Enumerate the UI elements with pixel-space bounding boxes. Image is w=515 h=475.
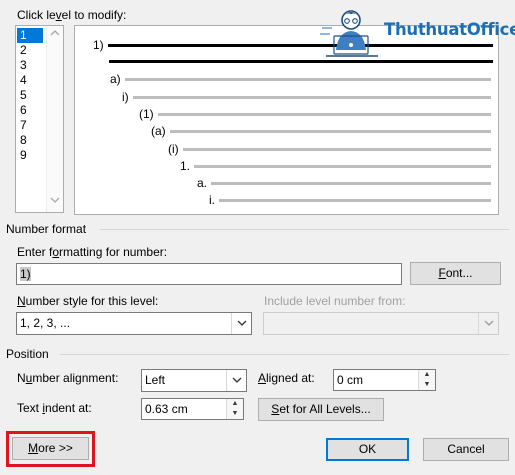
format-value: 1) xyxy=(20,267,31,281)
aligned-at-spinner[interactable]: ▲ ▼ xyxy=(418,370,435,390)
level-item[interactable]: 2 xyxy=(17,43,47,58)
section-divider xyxy=(100,229,509,230)
preview-level-8: a. xyxy=(197,176,491,190)
thuthuatoffice-logo: ThuthuatOffice xyxy=(320,6,515,62)
number-style-select[interactable]: 1, 2, 3, ... xyxy=(16,312,252,335)
preview-level-7: 1. xyxy=(180,159,491,173)
level-item[interactable]: 1 xyxy=(17,28,43,43)
preview-number: (i) xyxy=(168,142,179,156)
level-list-scrollbar[interactable] xyxy=(46,26,63,212)
preview-number: 1. xyxy=(180,159,191,173)
text-indent-spinner[interactable]: ▲ ▼ xyxy=(226,399,243,419)
level-item[interactable]: 8 xyxy=(17,133,47,148)
preview-level-2: a) xyxy=(110,72,491,86)
click-level-label: Click level to modify: xyxy=(17,8,127,22)
preview-line xyxy=(182,147,491,151)
preview-level-6: (i) xyxy=(168,142,491,156)
number-alignment-select[interactable]: Left xyxy=(141,369,247,392)
number-alignment-label: Number alignment: xyxy=(17,371,119,385)
chevron-down-icon[interactable] xyxy=(231,313,251,334)
text-indent-input[interactable]: 0.63 cm ▲ ▼ xyxy=(141,398,244,420)
cancel-button[interactable]: Cancel xyxy=(423,438,509,461)
aligned-at-value: 0 cm xyxy=(337,373,364,387)
section-divider xyxy=(60,354,509,355)
logo-text: ThuthuatOffice xyxy=(384,20,515,39)
level-item[interactable]: 9 xyxy=(17,148,47,163)
level-item[interactable]: 5 xyxy=(17,88,47,103)
chevron-down-icon[interactable] xyxy=(226,370,246,391)
level-item[interactable]: 6 xyxy=(17,103,47,118)
preview-number: a) xyxy=(110,72,121,86)
set-for-all-levels-button[interactable]: Set for All Levels... xyxy=(258,398,384,421)
level-items: 123456789 xyxy=(17,28,47,163)
preview-line xyxy=(124,77,491,81)
level-list[interactable]: 123456789 xyxy=(15,25,64,213)
font-button[interactable]: Font... xyxy=(410,262,501,285)
level-item[interactable]: 3 xyxy=(17,58,47,73)
number-alignment-value: Left xyxy=(145,373,166,387)
level-item[interactable]: 4 xyxy=(17,73,47,88)
preview-line xyxy=(211,181,491,185)
preview-level-4: (1) xyxy=(139,107,491,121)
level-item[interactable]: 7 xyxy=(17,118,47,133)
preview-number: (a) xyxy=(151,124,166,138)
preview-line xyxy=(132,95,491,99)
spin-up-icon[interactable]: ▲ xyxy=(227,399,243,409)
preview-level-5: (a) xyxy=(151,124,491,138)
position-section-title: Position xyxy=(6,347,49,361)
preview-line xyxy=(219,198,491,202)
more-button[interactable]: More >> xyxy=(12,437,89,460)
include-level-label: Include level number from: xyxy=(264,294,406,308)
scroll-down-icon[interactable] xyxy=(50,196,60,206)
preview-number: 1) xyxy=(93,38,104,52)
number-style-label: Number style for this level: xyxy=(17,294,159,308)
spin-down-icon[interactable]: ▼ xyxy=(227,409,243,419)
enter-formatting-label: Enter formatting for number: xyxy=(17,245,168,259)
preview-line xyxy=(194,164,491,168)
chevron-down-icon[interactable] xyxy=(478,313,498,334)
aligned-at-label: Aligned at: xyxy=(258,371,315,385)
number-style-value: 1, 2, 3, ... xyxy=(20,316,71,330)
preview-number: i) xyxy=(122,90,129,104)
preview-level-3: i) xyxy=(122,90,491,104)
preview-line xyxy=(157,112,491,116)
preview-number: a. xyxy=(197,176,208,190)
preview-number: (1) xyxy=(139,107,154,121)
text-indent-label: Text indent at: xyxy=(17,401,92,415)
spin-up-icon[interactable]: ▲ xyxy=(419,370,435,380)
format-input[interactable]: 1) xyxy=(16,263,402,285)
scroll-up-icon[interactable] xyxy=(50,29,60,39)
preview-line xyxy=(169,129,491,133)
spin-down-icon[interactable]: ▼ xyxy=(419,380,435,390)
preview-level-9: i. xyxy=(209,193,491,207)
aligned-at-input[interactable]: 0 cm ▲ ▼ xyxy=(333,369,436,391)
include-level-select[interactable] xyxy=(263,312,499,335)
text-indent-value: 0.63 cm xyxy=(145,402,188,416)
preview-number: i. xyxy=(209,193,215,207)
ok-button[interactable]: OK xyxy=(326,438,409,461)
number-format-section-title: Number format xyxy=(6,222,87,236)
mascot-icon xyxy=(320,10,378,57)
